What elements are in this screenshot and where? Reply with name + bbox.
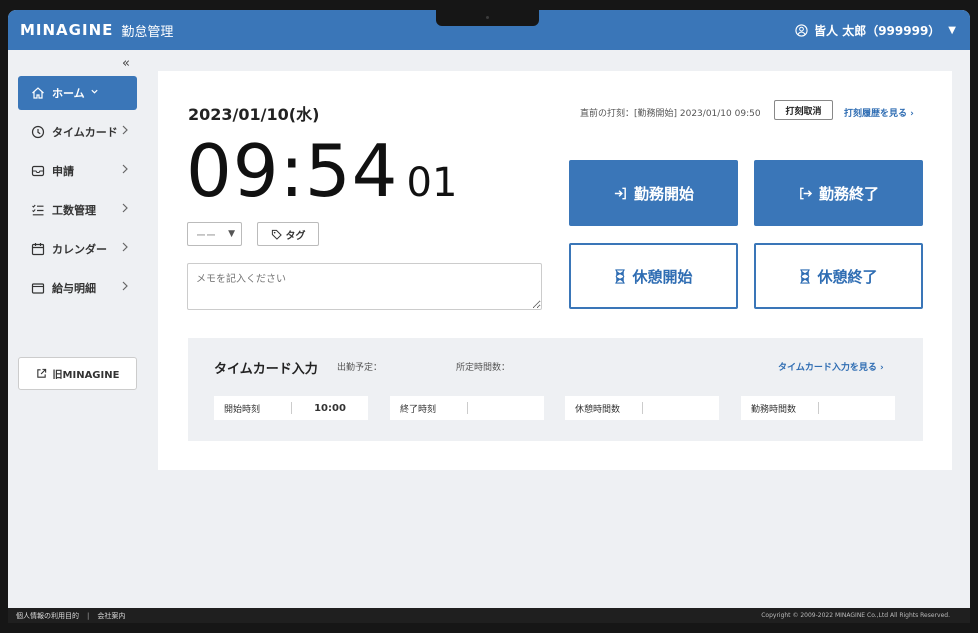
chevron-right-icon <box>121 242 129 255</box>
sign-in-icon <box>613 186 628 201</box>
chevron-right-icon: › <box>910 109 914 119</box>
end-time-label: 終了時刻 <box>390 402 468 415</box>
brand-logo[interactable]: MINAGINE <box>20 21 113 39</box>
sidebar-item-label: カレンダー <box>52 243 107 256</box>
external-link-icon <box>36 368 47 379</box>
user-icon <box>795 24 808 37</box>
tag-icon <box>271 229 282 240</box>
end-break-label: 休憩終了 <box>817 267 878 286</box>
collapse-sidebar-icon[interactable]: « <box>122 56 130 71</box>
sidebar: « ホーム タイムカード 申請 工数管理 カレンダー 給与明細 旧MINAGIN… <box>8 50 148 608</box>
clock-hour-minute: 09:54 <box>186 129 399 213</box>
timecard-panel: タイムカード入力 出勤予定： 所定時間数： タイムカード入力を見る › 開始時刻… <box>188 338 923 441</box>
status-select-value: ーー <box>196 230 216 242</box>
privacy-link[interactable]: 個人情報の利用目的 <box>16 611 79 621</box>
chevron-right-icon <box>121 203 129 216</box>
timecard-title: タイムカード入力 <box>214 362 318 377</box>
sidebar-item-timecard[interactable]: タイムカード <box>18 115 137 149</box>
product-name: 勤怠管理 <box>121 24 174 40</box>
chevron-down-icon <box>90 87 99 99</box>
punch-history-label: 打刻履歴を見る <box>844 109 908 119</box>
work-hours-field[interactable]: 勤務時間数 <box>741 396 895 420</box>
old-minagine-label: 旧MINAGINE <box>52 370 120 381</box>
chevron-right-icon <box>121 125 129 138</box>
calendar-icon <box>30 242 46 256</box>
company-link[interactable]: 会社案内 <box>97 611 125 621</box>
sidebar-item-label: 工数管理 <box>52 204 96 217</box>
home-icon <box>30 86 46 100</box>
sidebar-item-payslip[interactable]: 給与明細 <box>18 271 137 305</box>
copyright: Copyright © 2009-2022 MINAGINE Co.,Ltd A… <box>761 612 950 619</box>
sidebar-item-label: ホーム <box>52 87 85 100</box>
sidebar-item-home[interactable]: ホーム <box>18 76 137 110</box>
inbox-icon <box>30 164 46 178</box>
last-punch-info: 直前の打刻：[勤務開始] 2023/01/10 09:50 <box>580 109 761 119</box>
start-time-label: 開始時刻 <box>214 402 292 415</box>
checklist-icon <box>30 203 46 217</box>
start-work-label: 勤務開始 <box>633 184 694 203</box>
start-break-button[interactable]: 休憩開始 <box>569 243 738 309</box>
footer: 個人情報の利用目的 | 会社案内 Copyright © 2009-2022 M… <box>8 608 970 623</box>
punch-history-link[interactable]: 打刻履歴を見る › <box>844 106 914 119</box>
clock-display: 09:54 01 <box>186 133 457 209</box>
footer-separator: | <box>87 611 90 620</box>
clock-seconds: 01 <box>406 160 458 206</box>
start-work-button[interactable]: 勤務開始 <box>569 160 738 226</box>
old-minagine-button[interactable]: 旧MINAGINE <box>18 357 137 390</box>
timecard-input-link-label: タイムカード入力を見る <box>778 363 877 373</box>
app-screen: MINAGINE 勤怠管理 皆人 太郎（999999） ▼ « ホーム タイムカ… <box>8 10 970 623</box>
scheduled-label: 出勤予定： <box>337 363 383 373</box>
sidebar-item-calendar[interactable]: カレンダー <box>18 232 137 266</box>
end-time-field[interactable]: 終了時刻 <box>390 396 544 420</box>
start-break-label: 休憩開始 <box>632 267 693 286</box>
sidebar-item-label: タイムカード <box>52 126 118 139</box>
caret-down-icon: ▼ <box>228 229 235 239</box>
hourglass-icon <box>614 268 626 284</box>
work-hours-label: 勤務時間数 <box>741 402 819 415</box>
user-name: 皆人 太郎（999999） <box>814 24 941 38</box>
end-work-label: 勤務終了 <box>818 184 879 203</box>
sidebar-item-workload[interactable]: 工数管理 <box>18 193 137 227</box>
home-card: 2023/01/10(水) 09:54 01 直前の打刻：[勤務開始] 2023… <box>158 71 952 470</box>
current-date: 2023/01/10(水) <box>188 105 320 124</box>
scheduled-hours-label: 所定時間数： <box>456 363 511 373</box>
sidebar-item-label: 給与明細 <box>52 282 96 295</box>
tag-button[interactable]: タグ <box>257 222 319 246</box>
clock-icon <box>30 125 46 139</box>
sidebar-item-request[interactable]: 申請 <box>18 154 137 188</box>
sidebar-item-label: 申請 <box>52 165 74 178</box>
camera-notch <box>436 10 539 26</box>
cancel-punch-button[interactable]: 打刻取消 <box>774 100 833 120</box>
user-menu[interactable]: 皆人 太郎（999999） ▼ <box>795 22 956 39</box>
memo-input[interactable] <box>187 263 542 310</box>
end-work-button[interactable]: 勤務終了 <box>754 160 923 226</box>
start-time-field[interactable]: 開始時刻 10:00 <box>214 396 368 420</box>
break-hours-field[interactable]: 休憩時間数 <box>565 396 719 420</box>
timecard-input-link[interactable]: タイムカード入力を見る › <box>778 360 884 373</box>
hourglass-icon <box>799 268 811 284</box>
tag-label: タグ <box>285 230 306 242</box>
sign-out-icon <box>798 186 813 201</box>
wallet-icon <box>30 281 46 295</box>
break-hours-label: 休憩時間数 <box>565 402 643 415</box>
chevron-right-icon <box>121 164 129 177</box>
end-break-button[interactable]: 休憩終了 <box>754 243 923 309</box>
start-time-value: 10:00 <box>314 402 346 414</box>
top-bar: MINAGINE 勤怠管理 皆人 太郎（999999） ▼ <box>8 10 970 50</box>
sidebar-nav: ホーム タイムカード 申請 工数管理 カレンダー 給与明細 <box>18 76 137 310</box>
chevron-right-icon: › <box>879 363 884 373</box>
caret-down-icon: ▼ <box>948 25 956 36</box>
chevron-right-icon <box>121 281 129 294</box>
status-select[interactable]: ーー ▼ <box>187 222 242 246</box>
